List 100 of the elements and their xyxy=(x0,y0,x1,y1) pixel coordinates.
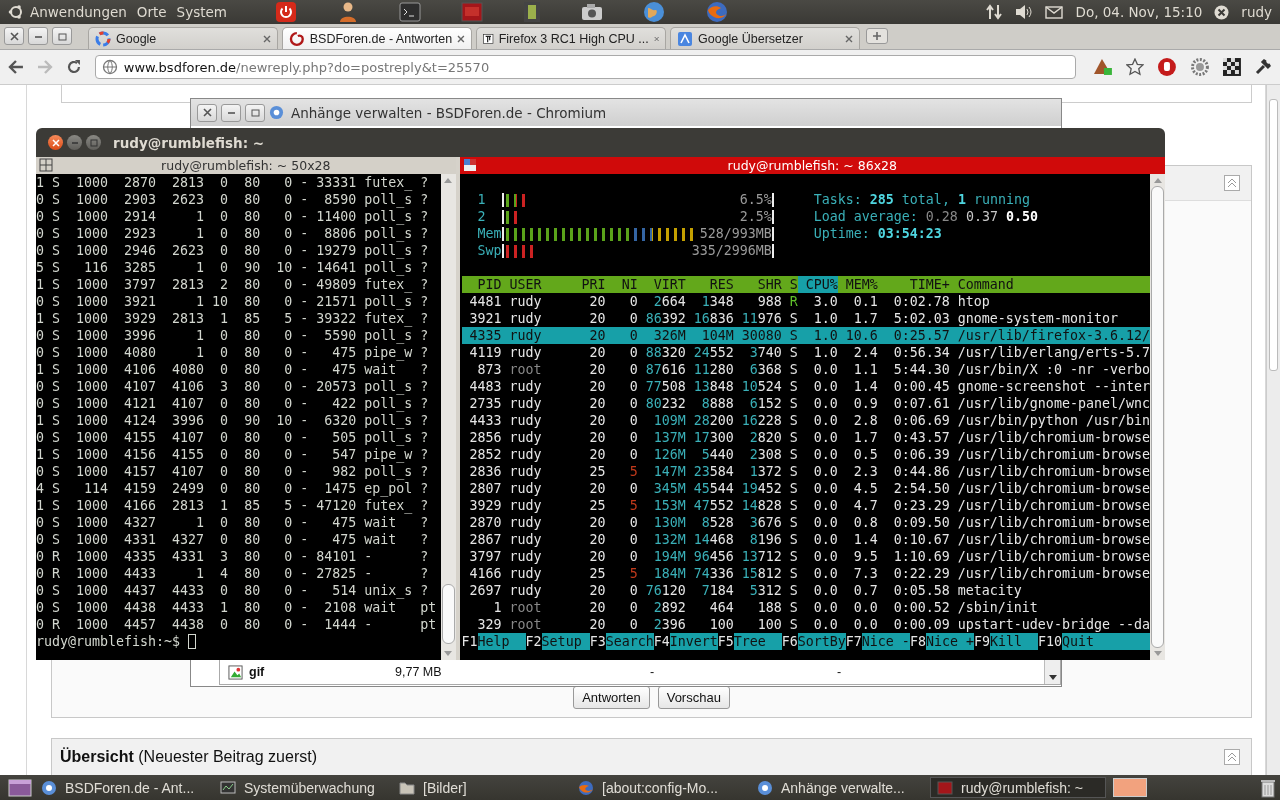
process-row[interactable]: 3929 rudy 25 5 153M 47552 14828 S 0.0 4.7 0:23.29 /usr/lib/chromium-browse xyxy=(461,497,1150,514)
scrollbar[interactable] xyxy=(1266,85,1280,775)
panel-menu[interactable]: Anwendungen xyxy=(30,4,127,20)
browser-tab[interactable]: Google xyxy=(88,27,278,49)
reload-icon[interactable] xyxy=(65,59,82,75)
column-header[interactable]: S xyxy=(781,276,798,293)
column-header[interactable]: RES xyxy=(685,276,734,293)
speaker-icon[interactable] xyxy=(1015,4,1034,20)
process-row[interactable]: 3797 rudy 20 0 194M 96456 13712 S 0.0 9.5 1:10.69 /usr/lib/chromium-browse xyxy=(461,548,1150,565)
down-arrow-icon[interactable] xyxy=(1048,675,1057,680)
process-row[interactable]: 2735 rudy 20 0 80232 8888 6152 S 0.0 0.9 0:07.61 /usr/lib/gnome-panel/wnc xyxy=(461,395,1150,412)
scrollbar-thumb[interactable] xyxy=(1269,99,1278,371)
restore-button[interactable] xyxy=(52,27,72,45)
process-row[interactable]: 1 root 20 0 2892 464 188 S 0.0 0.0 0:00.52 /sbin/init xyxy=(461,599,1150,616)
column-header[interactable]: PRI xyxy=(581,276,606,293)
back-arrow-icon[interactable] xyxy=(8,60,24,74)
close-icon[interactable] xyxy=(263,34,271,43)
close-circle-icon[interactable] xyxy=(1214,4,1230,20)
star-icon[interactable] xyxy=(1126,58,1145,76)
scrollbar-thumb[interactable] xyxy=(1151,186,1164,648)
minimize-button[interactable] xyxy=(28,27,48,45)
process-row[interactable]: 3921 rudy 20 0 86392 16836 11976 S 1.0 1.7 5:02.03 gnome-system-monitor xyxy=(461,310,1150,327)
scrollbar[interactable] xyxy=(1044,660,1060,684)
column-header[interactable]: Command xyxy=(957,276,1014,293)
process-row[interactable]: 4166 rudy 25 5 184M 74336 15812 S 0.0 7.3 0:22.29 /usr/lib/chromium-browse xyxy=(461,565,1150,582)
globe-icon[interactable] xyxy=(642,1,665,23)
browser-tab[interactable]: BSDForen.de - Antworten xyxy=(282,27,472,49)
close-button[interactable] xyxy=(4,27,24,45)
process-row[interactable]: 2807 rudy 20 0 345M 45544 19452 S 0.0 4.5 2:54.50 /usr/lib/chromium-browse xyxy=(461,480,1150,497)
column-header[interactable]: NI xyxy=(605,276,638,293)
process-row[interactable]: 2852 rudy 20 0 126M 5440 2308 S 0.0 0.5 0:06.39 /usr/lib/chromium-browse xyxy=(461,446,1150,463)
process-row[interactable]: 4335 rudy 20 0 326M 104M 30080 S 1.0 10.6 0:25.57 /usr/lib/firefox-3.6.12/ xyxy=(461,327,1150,344)
taskbar-item[interactable]: Systemüberwachung xyxy=(214,777,390,798)
terminal-icon[interactable] xyxy=(398,2,421,22)
gear-icon[interactable] xyxy=(1190,57,1211,77)
close-icon[interactable] xyxy=(845,34,853,43)
network-arrows-icon[interactable] xyxy=(985,4,1004,20)
taskbar-item[interactable]: [about:config-Mo... xyxy=(572,777,748,798)
column-header[interactable]: PID xyxy=(461,276,502,293)
camera-icon[interactable] xyxy=(580,3,603,21)
close-icon[interactable] xyxy=(653,34,659,43)
process-row[interactable]: 873 root 20 0 87616 11280 6368 S 0.0 1.1 5:44.30 /usr/bin/X :0 -nr -verbo xyxy=(461,361,1150,378)
process-row[interactable]: 4483 rudy 20 0 77508 13848 10524 S 0.0 1.4 0:00.45 gnome-screenshot --inter xyxy=(461,378,1150,395)
mail-icon[interactable] xyxy=(1045,5,1064,19)
close-button[interactable] xyxy=(197,103,217,122)
power-icon[interactable] xyxy=(274,1,297,23)
maximize-button[interactable] xyxy=(86,135,101,150)
minimize-button[interactable] xyxy=(221,103,241,122)
column-header[interactable]: SHR xyxy=(733,276,782,293)
process-row[interactable]: 2870 rudy 20 0 130M 8528 3676 S 0.0 0.8 0:09.50 /usr/lib/chromium-browse xyxy=(461,514,1150,531)
user-name[interactable]: rudy xyxy=(1241,4,1272,20)
pyramid-icon[interactable] xyxy=(1093,58,1114,76)
checkerboard-icon[interactable] xyxy=(1223,58,1242,76)
process-row[interactable]: 4433 rudy 20 0 109M 28200 16228 S 0.0 2.8 0:06.69 /usr/bin/python /usr/bin xyxy=(461,412,1150,429)
browser-tab[interactable]: Google Übersetzer xyxy=(670,27,860,49)
up-arrow-icon[interactable] xyxy=(444,178,453,183)
grid-icon[interactable] xyxy=(462,158,477,172)
process-row[interactable]: 2836 rudy 25 5 147M 23584 1372 S 0.0 2.3 0:44.86 /usr/lib/chromium-browse xyxy=(461,463,1150,480)
column-header[interactable]: MEM% xyxy=(837,276,878,293)
collapse-icon[interactable] xyxy=(1224,749,1240,765)
process-row[interactable]: 2697 rudy 20 0 76120 7184 5312 S 0.0 0.7 0:05.58 metacity xyxy=(461,582,1150,599)
workspace-switcher[interactable] xyxy=(1113,778,1147,797)
stop-sign-icon[interactable] xyxy=(1157,57,1178,77)
close-button[interactable] xyxy=(48,135,63,150)
scrollbar[interactable] xyxy=(1150,174,1165,660)
taskbar-item[interactable]: BSDForen.de - Ant... xyxy=(35,777,211,798)
up-arrow-icon[interactable] xyxy=(1153,178,1162,183)
column-header[interactable]: USER xyxy=(509,276,582,293)
firefox-icon[interactable] xyxy=(704,0,729,24)
column-header[interactable]: CPU% xyxy=(797,276,838,293)
desktop-icon[interactable] xyxy=(8,778,32,797)
column-header[interactable]: VIRT xyxy=(637,276,686,293)
process-row[interactable]: 2856 rudy 20 0 137M 17300 2820 S 0.0 1.7 0:43.57 /usr/lib/chromium-browse xyxy=(461,429,1150,446)
wrench-icon[interactable] xyxy=(1254,58,1272,76)
scrollbar[interactable] xyxy=(440,174,456,660)
scrollbar-thumb[interactable] xyxy=(441,584,455,644)
panel-menu[interactable]: Orte xyxy=(136,4,167,20)
form-button[interactable]: Antworten xyxy=(573,686,650,709)
taskbar-item[interactable]: Anhänge verwalte... xyxy=(751,777,927,798)
taskbar-item[interactable]: [Bilder] xyxy=(393,777,569,798)
ubuntu-logo-icon[interactable] xyxy=(8,4,24,20)
new-tab-button[interactable] xyxy=(866,28,888,44)
collapse-icon[interactable] xyxy=(1224,175,1240,191)
taskbar-item[interactable]: rudy@rumblefish: ~ xyxy=(930,777,1106,798)
process-row[interactable]: 329 root 20 0 2396 100 100 S 0.0 0.0 0:00.09 upstart-udev-bridge --da xyxy=(461,616,1150,633)
form-button[interactable]: Vorschau xyxy=(657,686,730,709)
clock[interactable]: Do, 04. Nov, 15:10 xyxy=(1075,4,1203,20)
panel-menu[interactable]: System xyxy=(176,4,227,20)
process-row[interactable]: 2867 rudy 20 0 132M 14468 8196 S 0.0 1.4 0:10.67 /usr/lib/chromium-browse xyxy=(461,531,1150,548)
process-row[interactable]: 4119 rudy 20 0 88320 24552 3740 S 1.0 2.4 0:56.34 /usr/lib/erlang/erts-5.7 xyxy=(461,344,1150,361)
process-row[interactable]: 4481 rudy 20 0 2664 1348 988 R 3.0 0.1 0:02.78 htop xyxy=(461,293,1150,310)
column-header[interactable]: TIME+ xyxy=(877,276,950,293)
address-field[interactable]: www.bsdforen.de/newreply.php?do=postreply&t=25570 xyxy=(94,55,1077,79)
close-icon[interactable] xyxy=(457,34,465,43)
grid-icon[interactable] xyxy=(39,158,53,172)
restore-button[interactable] xyxy=(245,103,265,122)
trash-icon[interactable] xyxy=(1260,777,1276,798)
table-cell-text: 20 xyxy=(588,616,606,633)
browser-tab[interactable]: Firefox 3 RC1 High CPU ... xyxy=(476,27,666,49)
pane-title: rudy@rumblefish: ~ 50x28 xyxy=(161,158,331,173)
